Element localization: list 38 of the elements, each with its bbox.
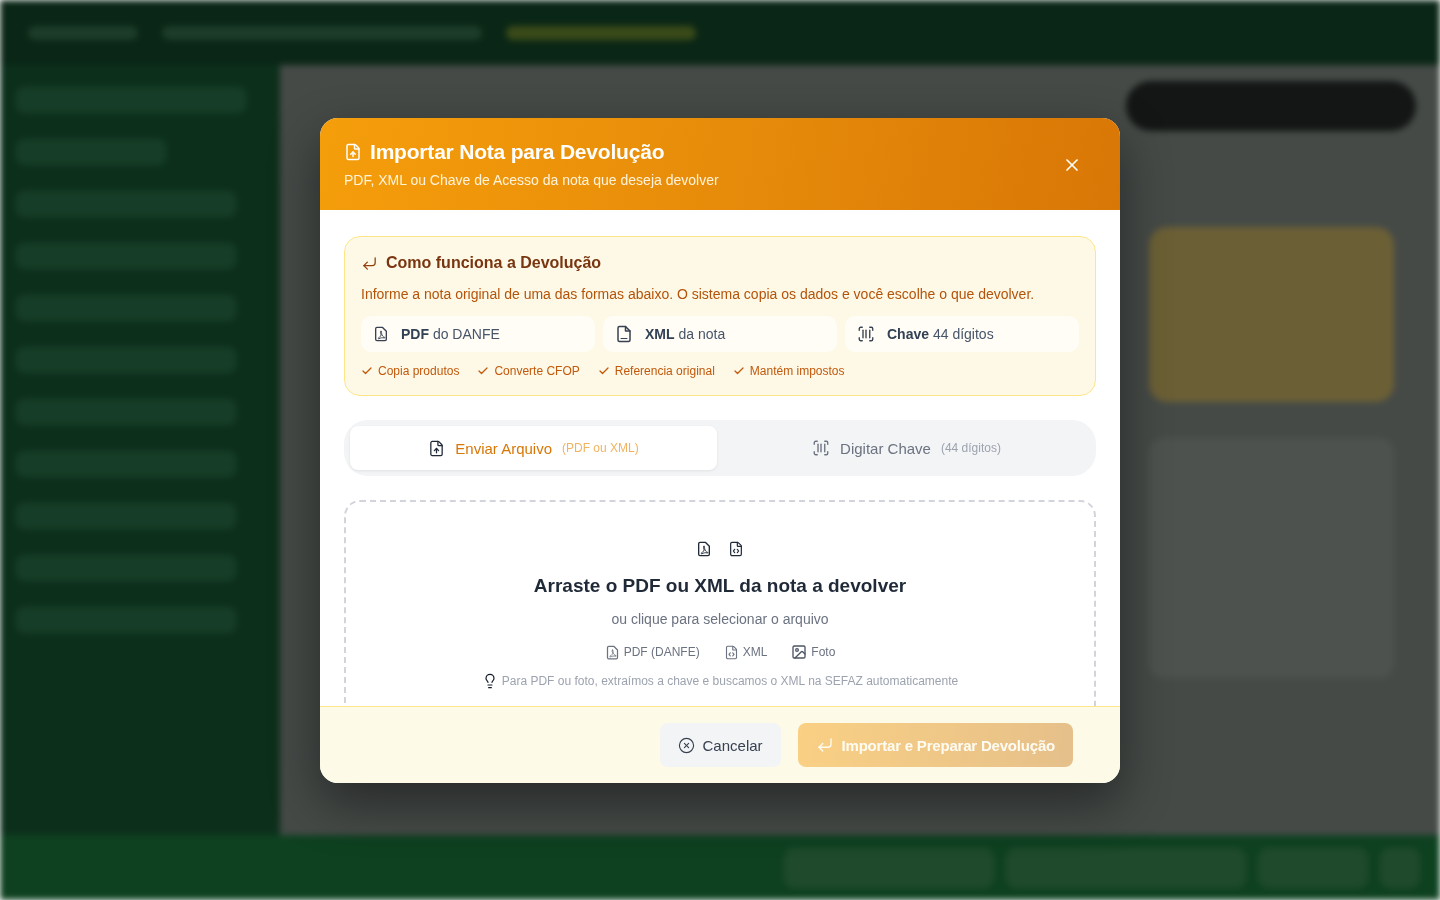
return-arrow-icon: [361, 254, 378, 272]
format-label: Foto: [811, 644, 836, 661]
pdf-file-icon: [696, 541, 712, 557]
file-upload-icon: [428, 439, 446, 457]
pdf-file-icon: [373, 326, 389, 342]
barcode-scan-icon: [857, 325, 875, 343]
method-label: Chave 44 dígitos: [887, 326, 994, 342]
barcode-scan-icon: [812, 439, 831, 457]
feature-text: Mantém impostos: [749, 363, 845, 379]
info-text: Informe a nota original de uma das formas abaixo. O sistema copia os dados e você escolhe o que devolver.: [361, 285, 1036, 304]
return-arrow-icon: [815, 736, 834, 754]
document-icon: [615, 325, 633, 343]
check-icon: [597, 365, 610, 377]
code-file-icon: [723, 644, 739, 660]
code-file-icon: [728, 541, 744, 557]
image-icon: [791, 644, 808, 660]
hint-text: Para PDF ou foto, extraímos a chave e buscamos o XML na SEFAZ automaticamente: [501, 673, 959, 690]
check-icon: [732, 365, 745, 377]
dialog-subtitle: PDF, XML ou Chave de Acesso da nota que deseja devolver: [344, 171, 719, 190]
cancel-button[interactable]: Cancelar: [659, 723, 781, 767]
format-label: PDF (DANFE): [623, 644, 700, 661]
close-circle-icon: [677, 736, 695, 754]
tab[interactable]: Enviar Arquivo (PDF ou XML): [350, 426, 717, 470]
method-label: XML da nota: [645, 326, 726, 342]
feature-text: Referencia original: [614, 363, 715, 379]
feature-text: Converte CFOP: [494, 363, 580, 379]
pdf-file-icon: [604, 644, 620, 660]
feature-text: Copia produtos: [378, 363, 460, 379]
check-icon: [477, 365, 490, 377]
drop-zone-subtitle: ou clique para selecionar o arquivo: [611, 610, 829, 629]
file-upload-icon: [344, 143, 362, 161]
format-label: XML: [742, 644, 768, 661]
dialog-title: Importar Nota para Devolução: [370, 139, 665, 165]
tab[interactable]: Digitar Chave (44 dígitos): [723, 426, 1090, 470]
method-label: PDF do DANFE: [401, 326, 500, 342]
check-icon: [361, 365, 373, 377]
drop-zone-title: Arraste o PDF ou XML da nota a devolver: [533, 574, 907, 598]
info-title: Como funciona a Devolução: [386, 253, 602, 273]
